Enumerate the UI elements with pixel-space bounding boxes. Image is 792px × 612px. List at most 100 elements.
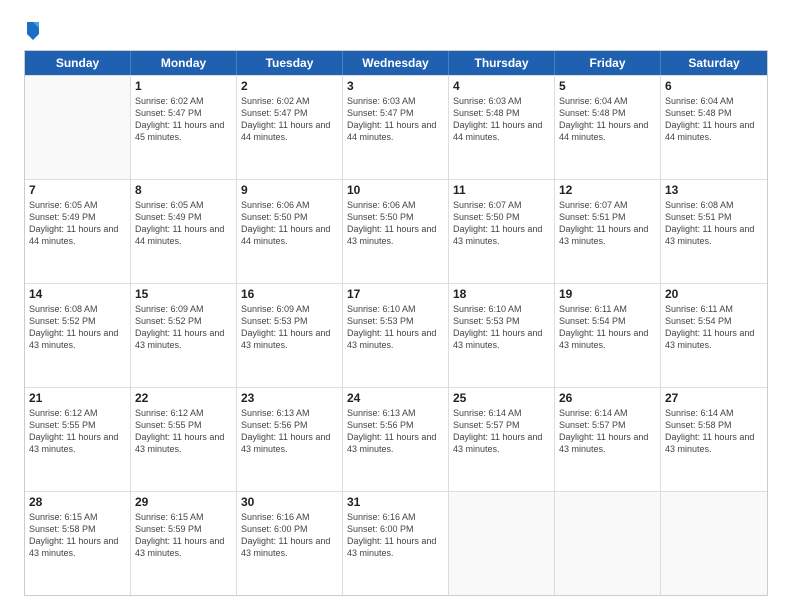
day-number: 18 bbox=[453, 287, 550, 301]
calendar-cell: 4 Sunrise: 6:03 AMSunset: 5:48 PMDaylight… bbox=[449, 76, 555, 179]
day-number: 30 bbox=[241, 495, 338, 509]
header-day-friday: Friday bbox=[555, 51, 661, 75]
header-day-wednesday: Wednesday bbox=[343, 51, 449, 75]
calendar-cell: 16 Sunrise: 6:09 AMSunset: 5:53 PMDayligh… bbox=[237, 284, 343, 387]
day-info: Sunrise: 6:11 AMSunset: 5:54 PMDaylight:… bbox=[665, 303, 763, 352]
header-day-sunday: Sunday bbox=[25, 51, 131, 75]
day-info: Sunrise: 6:13 AMSunset: 5:56 PMDaylight:… bbox=[347, 407, 444, 456]
day-info: Sunrise: 6:16 AMSunset: 6:00 PMDaylight:… bbox=[347, 511, 444, 560]
day-number: 17 bbox=[347, 287, 444, 301]
day-info: Sunrise: 6:06 AMSunset: 5:50 PMDaylight:… bbox=[241, 199, 338, 248]
day-number: 4 bbox=[453, 79, 550, 93]
day-info: Sunrise: 6:05 AMSunset: 5:49 PMDaylight:… bbox=[135, 199, 232, 248]
header-day-thursday: Thursday bbox=[449, 51, 555, 75]
calendar-cell: 21 Sunrise: 6:12 AMSunset: 5:55 PMDayligh… bbox=[25, 388, 131, 491]
day-number: 3 bbox=[347, 79, 444, 93]
day-info: Sunrise: 6:04 AMSunset: 5:48 PMDaylight:… bbox=[665, 95, 763, 144]
calendar-cell: 18 Sunrise: 6:10 AMSunset: 5:53 PMDayligh… bbox=[449, 284, 555, 387]
calendar-row-1: 7 Sunrise: 6:05 AMSunset: 5:49 PMDaylight… bbox=[25, 179, 767, 283]
calendar-row-3: 21 Sunrise: 6:12 AMSunset: 5:55 PMDayligh… bbox=[25, 387, 767, 491]
day-number: 22 bbox=[135, 391, 232, 405]
day-number: 9 bbox=[241, 183, 338, 197]
calendar-cell: 30 Sunrise: 6:16 AMSunset: 6:00 PMDayligh… bbox=[237, 492, 343, 595]
day-number: 26 bbox=[559, 391, 656, 405]
day-info: Sunrise: 6:04 AMSunset: 5:48 PMDaylight:… bbox=[559, 95, 656, 144]
day-number: 19 bbox=[559, 287, 656, 301]
day-info: Sunrise: 6:16 AMSunset: 6:00 PMDaylight:… bbox=[241, 511, 338, 560]
header-day-saturday: Saturday bbox=[661, 51, 767, 75]
calendar-cell: 27 Sunrise: 6:14 AMSunset: 5:58 PMDayligh… bbox=[661, 388, 767, 491]
calendar-cell: 2Sunrise: 6:02 AMSunset: 5:47 PMDaylight… bbox=[237, 76, 343, 179]
day-info: Sunrise: 6:07 AMSunset: 5:51 PMDaylight:… bbox=[559, 199, 656, 248]
day-number: 12 bbox=[559, 183, 656, 197]
calendar-row-4: 28 Sunrise: 6:15 AMSunset: 5:58 PMDayligh… bbox=[25, 491, 767, 595]
day-number: 25 bbox=[453, 391, 550, 405]
calendar-cell: 26 Sunrise: 6:14 AMSunset: 5:57 PMDayligh… bbox=[555, 388, 661, 491]
calendar: SundayMondayTuesdayWednesdayThursdayFrid… bbox=[24, 50, 768, 596]
calendar-cell: 13 Sunrise: 6:08 AMSunset: 5:51 PMDayligh… bbox=[661, 180, 767, 283]
day-number: 28 bbox=[29, 495, 126, 509]
calendar-cell: 15Sunrise: 6:09 AMSunset: 5:52 PMDayligh… bbox=[131, 284, 237, 387]
page: SundayMondayTuesdayWednesdayThursdayFrid… bbox=[0, 0, 792, 612]
day-info: Sunrise: 6:14 AMSunset: 5:58 PMDaylight:… bbox=[665, 407, 763, 456]
day-number: 11 bbox=[453, 183, 550, 197]
day-number: 31 bbox=[347, 495, 444, 509]
day-info: Sunrise: 6:12 AMSunset: 5:55 PMDaylight:… bbox=[29, 407, 126, 456]
calendar-cell bbox=[449, 492, 555, 595]
day-number: 10 bbox=[347, 183, 444, 197]
calendar-cell: 8 Sunrise: 6:05 AMSunset: 5:49 PMDaylight… bbox=[131, 180, 237, 283]
day-number: 2 bbox=[241, 79, 338, 93]
calendar-cell bbox=[25, 76, 131, 179]
day-number: 29 bbox=[135, 495, 232, 509]
day-number: 5 bbox=[559, 79, 656, 93]
calendar-cell: 7 Sunrise: 6:05 AMSunset: 5:49 PMDaylight… bbox=[25, 180, 131, 283]
calendar-cell: 22 Sunrise: 6:12 AMSunset: 5:55 PMDayligh… bbox=[131, 388, 237, 491]
day-info: Sunrise: 6:03 AMSunset: 5:48 PMDaylight:… bbox=[453, 95, 550, 144]
day-info: Sunrise: 6:11 AMSunset: 5:54 PMDaylight:… bbox=[559, 303, 656, 352]
calendar-cell: 31 Sunrise: 6:16 AMSunset: 6:00 PMDayligh… bbox=[343, 492, 449, 595]
day-info: Sunrise: 6:06 AMSunset: 5:50 PMDaylight:… bbox=[347, 199, 444, 248]
day-number: 6 bbox=[665, 79, 763, 93]
day-number: 15 bbox=[135, 287, 232, 301]
day-info: Sunrise: 6:12 AMSunset: 5:55 PMDaylight:… bbox=[135, 407, 232, 456]
day-number: 8 bbox=[135, 183, 232, 197]
day-info: Sunrise: 6:10 AMSunset: 5:53 PMDaylight:… bbox=[453, 303, 550, 352]
day-info: Sunrise: 6:09 AMSunset: 5:53 PMDaylight:… bbox=[241, 303, 338, 352]
calendar-body: 1 Sunrise: 6:02 AMSunset: 5:47 PMDaylight… bbox=[25, 75, 767, 595]
calendar-header: SundayMondayTuesdayWednesdayThursdayFrid… bbox=[25, 51, 767, 75]
calendar-row-0: 1 Sunrise: 6:02 AMSunset: 5:47 PMDaylight… bbox=[25, 75, 767, 179]
day-info: Sunrise: 6:15 AMSunset: 5:59 PMDaylight:… bbox=[135, 511, 232, 560]
calendar-cell bbox=[661, 492, 767, 595]
day-number: 23 bbox=[241, 391, 338, 405]
day-info: Sunrise: 6:05 AMSunset: 5:49 PMDaylight:… bbox=[29, 199, 126, 248]
day-info: Sunrise: 6:13 AMSunset: 5:56 PMDaylight:… bbox=[241, 407, 338, 456]
header bbox=[24, 20, 768, 40]
calendar-cell: 5 Sunrise: 6:04 AMSunset: 5:48 PMDaylight… bbox=[555, 76, 661, 179]
day-number: 20 bbox=[665, 287, 763, 301]
day-number: 27 bbox=[665, 391, 763, 405]
day-number: 14 bbox=[29, 287, 126, 301]
day-info: Sunrise: 6:14 AMSunset: 5:57 PMDaylight:… bbox=[559, 407, 656, 456]
calendar-cell: 11 Sunrise: 6:07 AMSunset: 5:50 PMDayligh… bbox=[449, 180, 555, 283]
header-day-monday: Monday bbox=[131, 51, 237, 75]
logo bbox=[24, 20, 42, 40]
calendar-cell: 10 Sunrise: 6:06 AMSunset: 5:50 PMDayligh… bbox=[343, 180, 449, 283]
calendar-cell: 19 Sunrise: 6:11 AMSunset: 5:54 PMDayligh… bbox=[555, 284, 661, 387]
day-number: 13 bbox=[665, 183, 763, 197]
calendar-cell: 17Sunrise: 6:10 AMSunset: 5:53 PMDayligh… bbox=[343, 284, 449, 387]
day-info: Sunrise: 6:15 AMSunset: 5:58 PMDaylight:… bbox=[29, 511, 126, 560]
calendar-cell: 12 Sunrise: 6:07 AMSunset: 5:51 PMDayligh… bbox=[555, 180, 661, 283]
logo-icon bbox=[25, 20, 41, 40]
calendar-cell: 24Sunrise: 6:13 AMSunset: 5:56 PMDayligh… bbox=[343, 388, 449, 491]
day-info: Sunrise: 6:02 AMSunset: 5:47 PMDaylight:… bbox=[135, 95, 232, 144]
calendar-cell: 1 Sunrise: 6:02 AMSunset: 5:47 PMDaylight… bbox=[131, 76, 237, 179]
day-number: 1 bbox=[135, 79, 232, 93]
day-info: Sunrise: 6:07 AMSunset: 5:50 PMDaylight:… bbox=[453, 199, 550, 248]
day-number: 16 bbox=[241, 287, 338, 301]
day-info: Sunrise: 6:08 AMSunset: 5:51 PMDaylight:… bbox=[665, 199, 763, 248]
day-number: 7 bbox=[29, 183, 126, 197]
day-number: 21 bbox=[29, 391, 126, 405]
calendar-cell: 25 Sunrise: 6:14 AMSunset: 5:57 PMDayligh… bbox=[449, 388, 555, 491]
day-info: Sunrise: 6:14 AMSunset: 5:57 PMDaylight:… bbox=[453, 407, 550, 456]
calendar-cell: 20 Sunrise: 6:11 AMSunset: 5:54 PMDayligh… bbox=[661, 284, 767, 387]
